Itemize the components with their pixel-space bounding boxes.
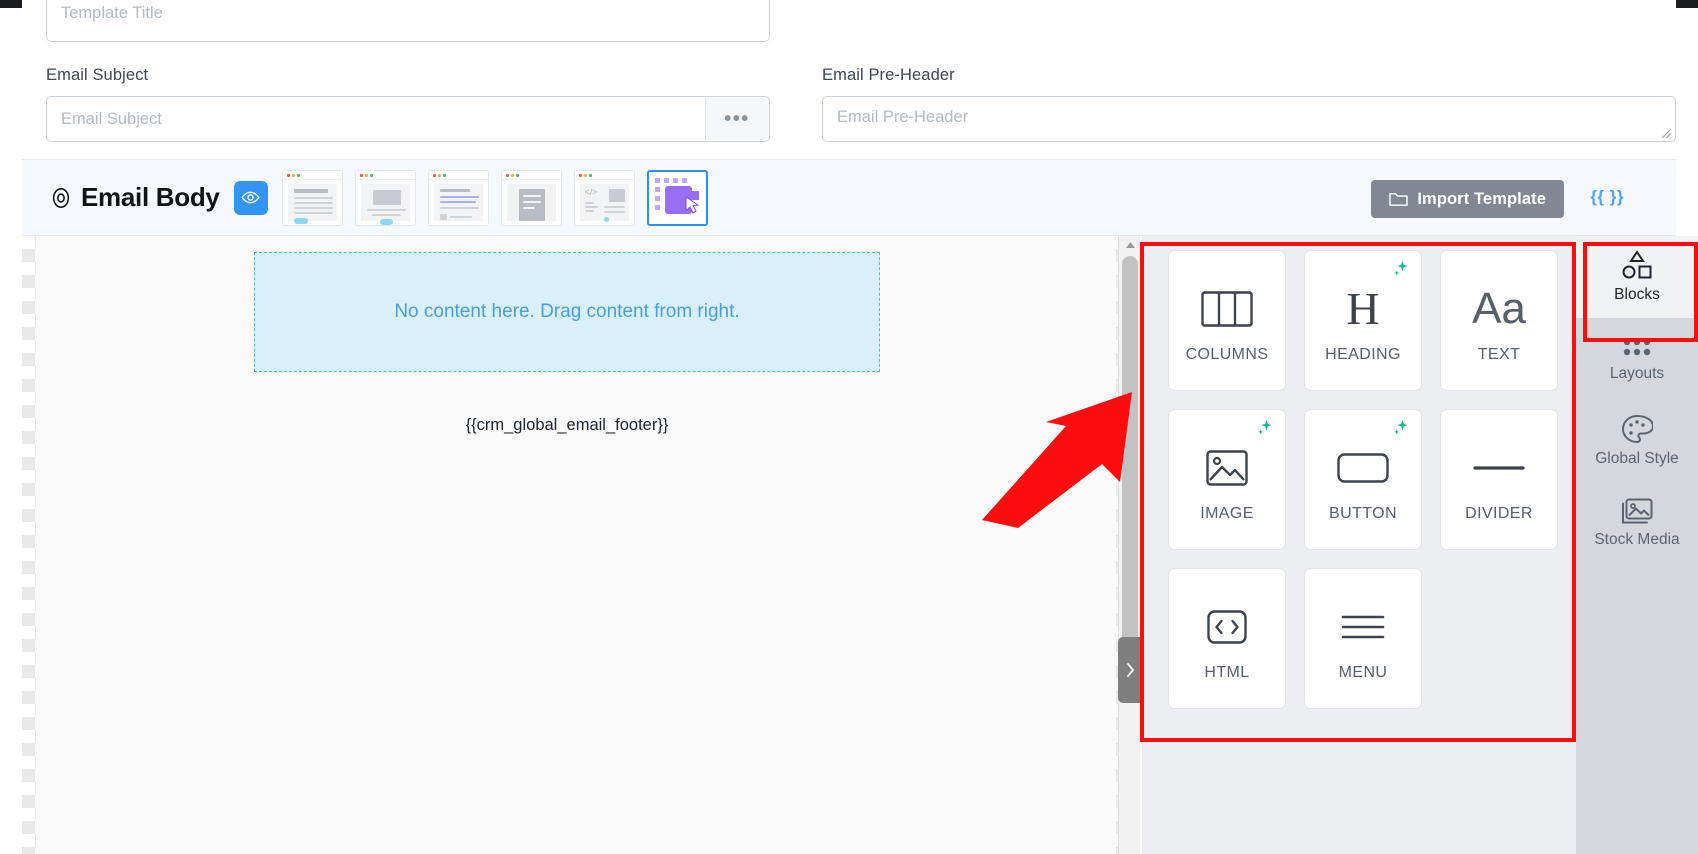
button-icon xyxy=(1337,437,1389,499)
block-columns[interactable]: COLUMNS xyxy=(1168,250,1286,391)
blocks-grid: COLUMNS H HEADING Aa TEXT IMAGE BUTTON D… xyxy=(1168,250,1558,709)
right-tab-rail: Blocks Layouts Global Style Stock Media xyxy=(1576,236,1698,854)
block-html[interactable]: HTML xyxy=(1168,568,1286,709)
ai-sparkle-icon xyxy=(1392,260,1411,284)
preview-toggle-button[interactable] xyxy=(233,180,268,215)
block-label: DIVIDER xyxy=(1465,504,1533,522)
block-image[interactable]: IMAGE xyxy=(1168,409,1286,550)
template-title-input[interactable]: Template Title xyxy=(46,0,770,42)
blocks-panel: COLUMNS H HEADING Aa TEXT IMAGE BUTTON D… xyxy=(1142,236,1576,854)
drop-zone-label: No content here. Drag content from right… xyxy=(394,301,740,322)
rail-item-blocks[interactable]: Blocks xyxy=(1576,236,1698,318)
email-subject-input[interactable]: Email Subject ••• xyxy=(46,96,770,142)
canvas-sheet: No content here. Drag content from right… xyxy=(36,236,1116,854)
code-icon xyxy=(1207,596,1247,658)
block-label: MENU xyxy=(1338,663,1388,681)
template-thumb-drag-drop-builder[interactable] xyxy=(646,169,708,226)
rail-label: Blocks xyxy=(1614,286,1660,303)
import-template-button[interactable]: Import Template xyxy=(1371,180,1564,218)
stock-media-icon xyxy=(1622,498,1653,524)
import-template-label: Import Template xyxy=(1417,189,1546,208)
columns-icon xyxy=(1201,278,1253,340)
cursor-icon xyxy=(685,195,700,214)
email-subject-more-button[interactable]: ••• xyxy=(705,98,768,140)
eye-icon xyxy=(241,191,260,204)
block-label: IMAGE xyxy=(1200,504,1254,522)
rail-item-stock-media[interactable]: Stock Media xyxy=(1576,482,1698,564)
email-subject-placeholder: Email Subject xyxy=(61,109,162,128)
email-body-toolbar: Email Body </> Import Template {{}} xyxy=(22,160,1676,236)
ai-sparkle-icon xyxy=(1256,419,1275,443)
target-icon xyxy=(52,187,70,208)
block-label: HTML xyxy=(1204,663,1250,681)
merge-tags-button[interactable]: {{ }} xyxy=(1590,187,1624,207)
template-title-placeholder: Template Title xyxy=(61,3,163,22)
page-title: Email Body xyxy=(81,182,220,212)
template-thumb-html[interactable]: </> xyxy=(573,169,635,226)
grid-dots-icon xyxy=(1623,338,1651,356)
email-canvas: No content here. Drag content from right… xyxy=(22,236,1140,854)
block-label: HEADING xyxy=(1325,345,1401,363)
block-button[interactable]: BUTTON xyxy=(1304,409,1422,550)
text-aa-icon: Aa xyxy=(1472,283,1526,333)
template-thumb-image[interactable] xyxy=(354,169,416,226)
email-template-builder: Template Title Email Subject Email Subje… xyxy=(0,0,1698,854)
email-body-title-group: Email Body xyxy=(50,182,220,213)
block-heading[interactable]: H HEADING xyxy=(1304,250,1422,391)
email-footer-token: {{crm_global_email_footer}} xyxy=(465,416,669,434)
template-thumb-article[interactable] xyxy=(427,169,489,226)
block-label: BUTTON xyxy=(1329,504,1397,522)
image-icon xyxy=(1206,437,1248,499)
block-divider[interactable]: DIVIDER xyxy=(1440,409,1558,550)
palette-icon xyxy=(1621,414,1653,444)
scrollbar-thumb[interactable] xyxy=(1122,256,1138,666)
shapes-icon xyxy=(1622,250,1652,279)
email-preheader-label: Email Pre-Header xyxy=(822,66,955,84)
menu-icon xyxy=(1340,596,1386,658)
block-label: COLUMNS xyxy=(1185,345,1269,363)
template-form-area: Template Title Email Subject Email Subje… xyxy=(22,0,1676,160)
ellipsis-icon: ••• xyxy=(724,108,750,130)
block-menu[interactable]: MENU xyxy=(1304,568,1422,709)
heading-icon: H xyxy=(1346,282,1380,334)
content-drop-zone[interactable]: No content here. Drag content from right… xyxy=(254,252,880,372)
chevron-right-icon xyxy=(1126,663,1134,677)
rail-item-global-style[interactable]: Global Style xyxy=(1576,400,1698,482)
rail-label: Stock Media xyxy=(1594,531,1680,548)
rail-label: Global Style xyxy=(1595,450,1679,467)
template-style-thumbnails: </> xyxy=(281,169,708,226)
ai-sparkle-icon xyxy=(1392,419,1411,443)
rail-label: Layouts xyxy=(1609,365,1665,382)
canvas-scrollbar[interactable] xyxy=(1118,236,1140,854)
email-preheader-input[interactable]: Email Pre-Header xyxy=(822,96,1676,142)
scroll-up-arrow-icon[interactable] xyxy=(1119,236,1140,254)
block-text[interactable]: Aa TEXT xyxy=(1440,250,1558,391)
rail-item-layouts[interactable]: Layouts xyxy=(1576,318,1698,400)
divider-icon xyxy=(1473,437,1525,499)
template-thumb-document[interactable] xyxy=(500,169,562,226)
block-label: TEXT xyxy=(1477,345,1521,363)
folder-icon xyxy=(1389,192,1409,206)
template-thumb-text[interactable] xyxy=(281,169,343,226)
panel-collapse-handle[interactable] xyxy=(1118,637,1142,703)
email-preheader-placeholder: Email Pre-Header xyxy=(837,108,969,126)
email-subject-label: Email Subject xyxy=(46,66,149,84)
resize-grip-icon[interactable] xyxy=(1661,128,1672,139)
